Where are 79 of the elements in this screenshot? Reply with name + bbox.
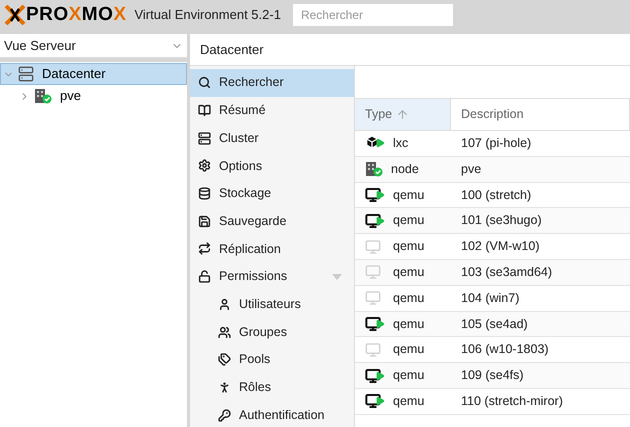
collapse-triangle-icon[interactable] <box>332 274 342 280</box>
menu-label: Groupes <box>239 324 288 341</box>
menu-label: Sauvegarde <box>219 212 288 230</box>
app-title: Virtual Environment 5.2-1 <box>134 6 281 24</box>
nav-menu-item[interactable]: Groupes <box>190 318 354 346</box>
nav-menu-item[interactable]: Cluster <box>190 124 354 152</box>
type-cell-text: qemu <box>393 290 424 307</box>
nav-menu-item[interactable]: Rôles <box>190 374 354 402</box>
menu-label: Résumé <box>219 102 267 120</box>
server-icon <box>198 132 211 145</box>
menu-label: Permissions <box>219 268 288 286</box>
book-icon <box>198 104 211 118</box>
description-cell-text: 100 (stretch) <box>460 186 532 204</box>
nav-menu-item[interactable]: Authentification <box>190 401 354 427</box>
logo-mark-icon <box>4 5 26 25</box>
column-header[interactable]: Description <box>451 99 630 130</box>
type-cell-text: qemu <box>393 316 424 333</box>
table-row[interactable]: node pve <box>355 156 630 183</box>
menu-label: Options <box>219 158 264 175</box>
description-cell-text: 110 (stretch-miror) <box>460 392 564 410</box>
nav-menu-item[interactable]: Stockage <box>190 180 354 208</box>
users-icon <box>218 326 231 339</box>
table-row[interactable]: qemu 101 (se3hugo) <box>355 208 630 234</box>
menu-label: Rechercher <box>219 74 285 92</box>
tree-item[interactable]: Datacenter <box>0 63 187 85</box>
user-icon <box>218 298 231 311</box>
nav-menu-item[interactable]: Utilisateurs <box>190 290 354 318</box>
table-row[interactable]: qemu 100 (stretch) <box>355 182 630 208</box>
description-cell-text: 103 (se3amd64) <box>460 264 554 281</box>
description-cell-text: 101 (se3hugo) <box>460 212 543 230</box>
type-cell-text: qemu <box>393 264 424 281</box>
nav-menu-item[interactable]: Réplication <box>190 235 354 263</box>
menu-label: Rôles <box>239 379 272 396</box>
type-cell-text: node <box>391 160 419 178</box>
table-row[interactable]: qemu 105 (se4ad) <box>355 312 630 338</box>
type-cell-text: qemu <box>393 392 424 410</box>
key-icon <box>218 408 231 422</box>
database-icon <box>198 187 211 200</box>
type-cell-text: qemu <box>393 186 424 204</box>
description-cell-text: 109 (se4fs) <box>460 367 525 384</box>
description-cell-text: 105 (se4ad) <box>460 316 529 333</box>
tree-item[interactable]: pve <box>0 85 187 107</box>
menu-label: Utilisateurs <box>239 296 302 313</box>
menu-label: Authentification <box>239 406 326 424</box>
nav-menu-item[interactable]: Pools <box>190 346 354 374</box>
description-cell-text: 107 (pi-hole) <box>460 135 532 152</box>
type-cell-text: qemu <box>393 238 424 256</box>
nav-menu-item[interactable]: Sauvegarde <box>190 207 354 236</box>
type-cell-text: qemu <box>393 367 424 384</box>
search-field[interactable]: Rechercher <box>292 4 453 26</box>
logo-wordmark: PROXMOX <box>26 2 126 27</box>
description-cell-text: pve <box>460 160 482 178</box>
type-cell-text: qemu <box>393 341 424 358</box>
description-cell-text: 102 (VM-w10) <box>460 238 540 256</box>
sort-ascending-icon <box>396 108 410 121</box>
table-row[interactable]: qemu 103 (se3amd64) <box>355 260 630 286</box>
nav-menu-item[interactable]: Résumé <box>190 96 354 124</box>
menu-label: Cluster <box>219 130 260 147</box>
server-rack-icon <box>18 66 34 82</box>
type-cell-text: qemu <box>393 212 424 230</box>
panel-title: Datacenter <box>200 40 264 59</box>
nav-menu-item[interactable]: Options <box>190 152 354 180</box>
description-cell-text: 104 (win7) <box>460 290 520 307</box>
table-row[interactable]: qemu 109 (se4fs) <box>355 363 630 389</box>
online-server-node-icon <box>34 88 52 104</box>
description-cell-text: 106 (w10-1803) <box>460 341 550 358</box>
search-icon <box>198 76 211 90</box>
nav-menu-item[interactable]: Rechercher <box>190 69 354 97</box>
repeat-arrows-icon <box>198 242 211 256</box>
settings-icon <box>198 159 211 172</box>
menu-label: Pools <box>239 351 272 368</box>
type-cell-text: lxc <box>393 135 408 152</box>
column-header[interactable]: Type <box>355 99 451 130</box>
unlocked-padlock-icon <box>198 270 211 284</box>
menu-label: Réplication <box>219 240 282 258</box>
person-icon <box>218 380 231 394</box>
menu-label: Stockage <box>219 185 272 202</box>
nav-menu-item[interactable]: Permissions <box>190 262 354 290</box>
tags-icon <box>218 353 231 366</box>
